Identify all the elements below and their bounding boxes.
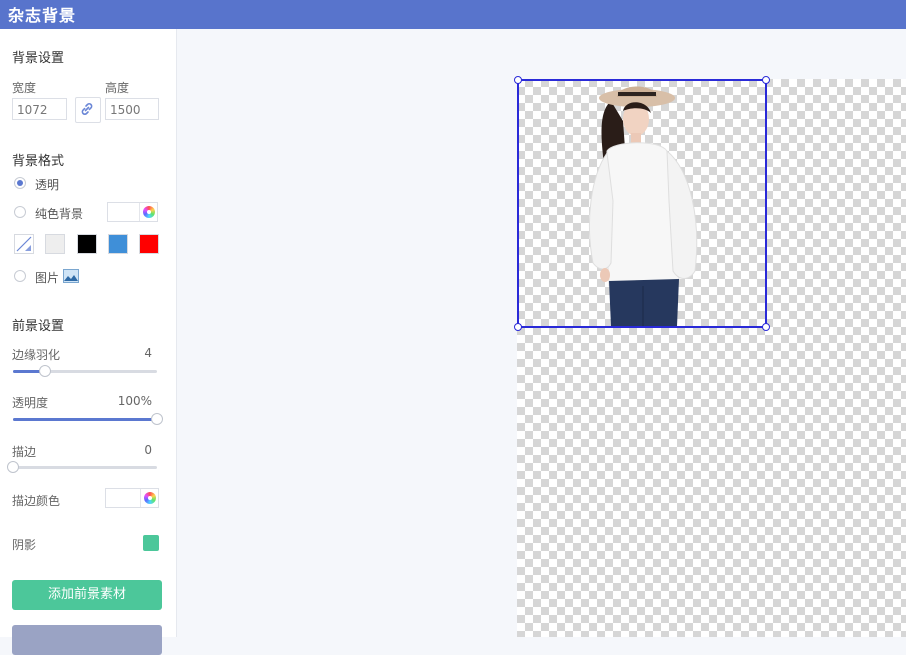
opacity-slider-fill xyxy=(13,418,157,421)
person-figure xyxy=(588,86,698,326)
transparent-label: 透明 xyxy=(35,178,60,192)
image-icon[interactable] xyxy=(63,269,79,283)
swatch-black[interactable] xyxy=(77,234,97,254)
opacity-slider[interactable] xyxy=(13,413,163,425)
picker-divider xyxy=(140,489,141,507)
picker-divider xyxy=(139,203,140,221)
swatch-blue[interactable] xyxy=(108,234,128,254)
stroke-label: 描边 xyxy=(12,445,37,459)
no-color-icon xyxy=(16,236,32,252)
image-radio[interactable] xyxy=(14,270,26,282)
feather-value: 4 xyxy=(144,346,152,360)
stroke-color-picker[interactable] xyxy=(105,488,159,508)
width-input[interactable]: 1072 xyxy=(12,98,67,120)
image-label: 图片 xyxy=(35,271,60,285)
add-foreground-button[interactable]: 添加前景素材 xyxy=(12,580,162,610)
stroke-slider-thumb[interactable] xyxy=(7,461,19,473)
background-settings-title: 背景设置 xyxy=(12,51,65,66)
height-input[interactable]: 1500 xyxy=(105,98,159,120)
opacity-value: 100% xyxy=(117,394,152,408)
opacity-slider-thumb[interactable] xyxy=(151,413,163,425)
feather-slider-thumb[interactable] xyxy=(38,365,51,377)
swatch-red[interactable] xyxy=(139,234,159,254)
settings-sidebar: 背景设置 宽度 高度 1072 1500 背景格式 透明 纯色背景 图片 前景设… xyxy=(0,29,177,655)
shadow-label: 阴影 xyxy=(12,538,37,552)
swatch-transparent[interactable] xyxy=(14,234,34,254)
app-title: 杂志背景 xyxy=(8,6,77,25)
resize-handle-top-left[interactable] xyxy=(514,76,522,84)
link-icon xyxy=(81,103,93,115)
stroke-slider[interactable] xyxy=(7,461,157,473)
solid-color-radio[interactable] xyxy=(14,206,26,218)
swatch-light-gray[interactable] xyxy=(45,234,65,254)
stroke-value: 0 xyxy=(144,443,152,457)
foreground-settings-title: 前景设置 xyxy=(12,319,65,334)
color-wheel-icon xyxy=(144,492,156,504)
shadow-toggle[interactable] xyxy=(143,535,159,551)
height-label: 高度 xyxy=(105,81,130,95)
resize-handle-bottom-left[interactable] xyxy=(514,323,522,331)
background-format-title: 背景格式 xyxy=(12,154,65,169)
feather-label: 边缘羽化 xyxy=(12,348,61,362)
solid-color-label: 纯色背景 xyxy=(35,207,84,221)
background-color-picker[interactable] xyxy=(107,202,158,222)
foreground-selection[interactable] xyxy=(514,76,770,331)
opacity-label: 透明度 xyxy=(12,396,49,410)
stroke-color-label: 描边颜色 xyxy=(12,494,61,508)
secondary-action-button[interactable] xyxy=(12,625,162,655)
width-label: 宽度 xyxy=(12,81,37,95)
lock-ratio-button[interactable] xyxy=(75,97,101,123)
resize-handle-bottom-right[interactable] xyxy=(762,323,770,331)
canvas-area xyxy=(177,29,906,637)
app-header: 杂志背景 xyxy=(0,0,906,29)
transparent-radio[interactable] xyxy=(14,177,26,189)
feather-slider[interactable] xyxy=(13,365,157,377)
color-wheel-icon xyxy=(143,206,155,218)
resize-handle-top-right[interactable] xyxy=(762,76,770,84)
